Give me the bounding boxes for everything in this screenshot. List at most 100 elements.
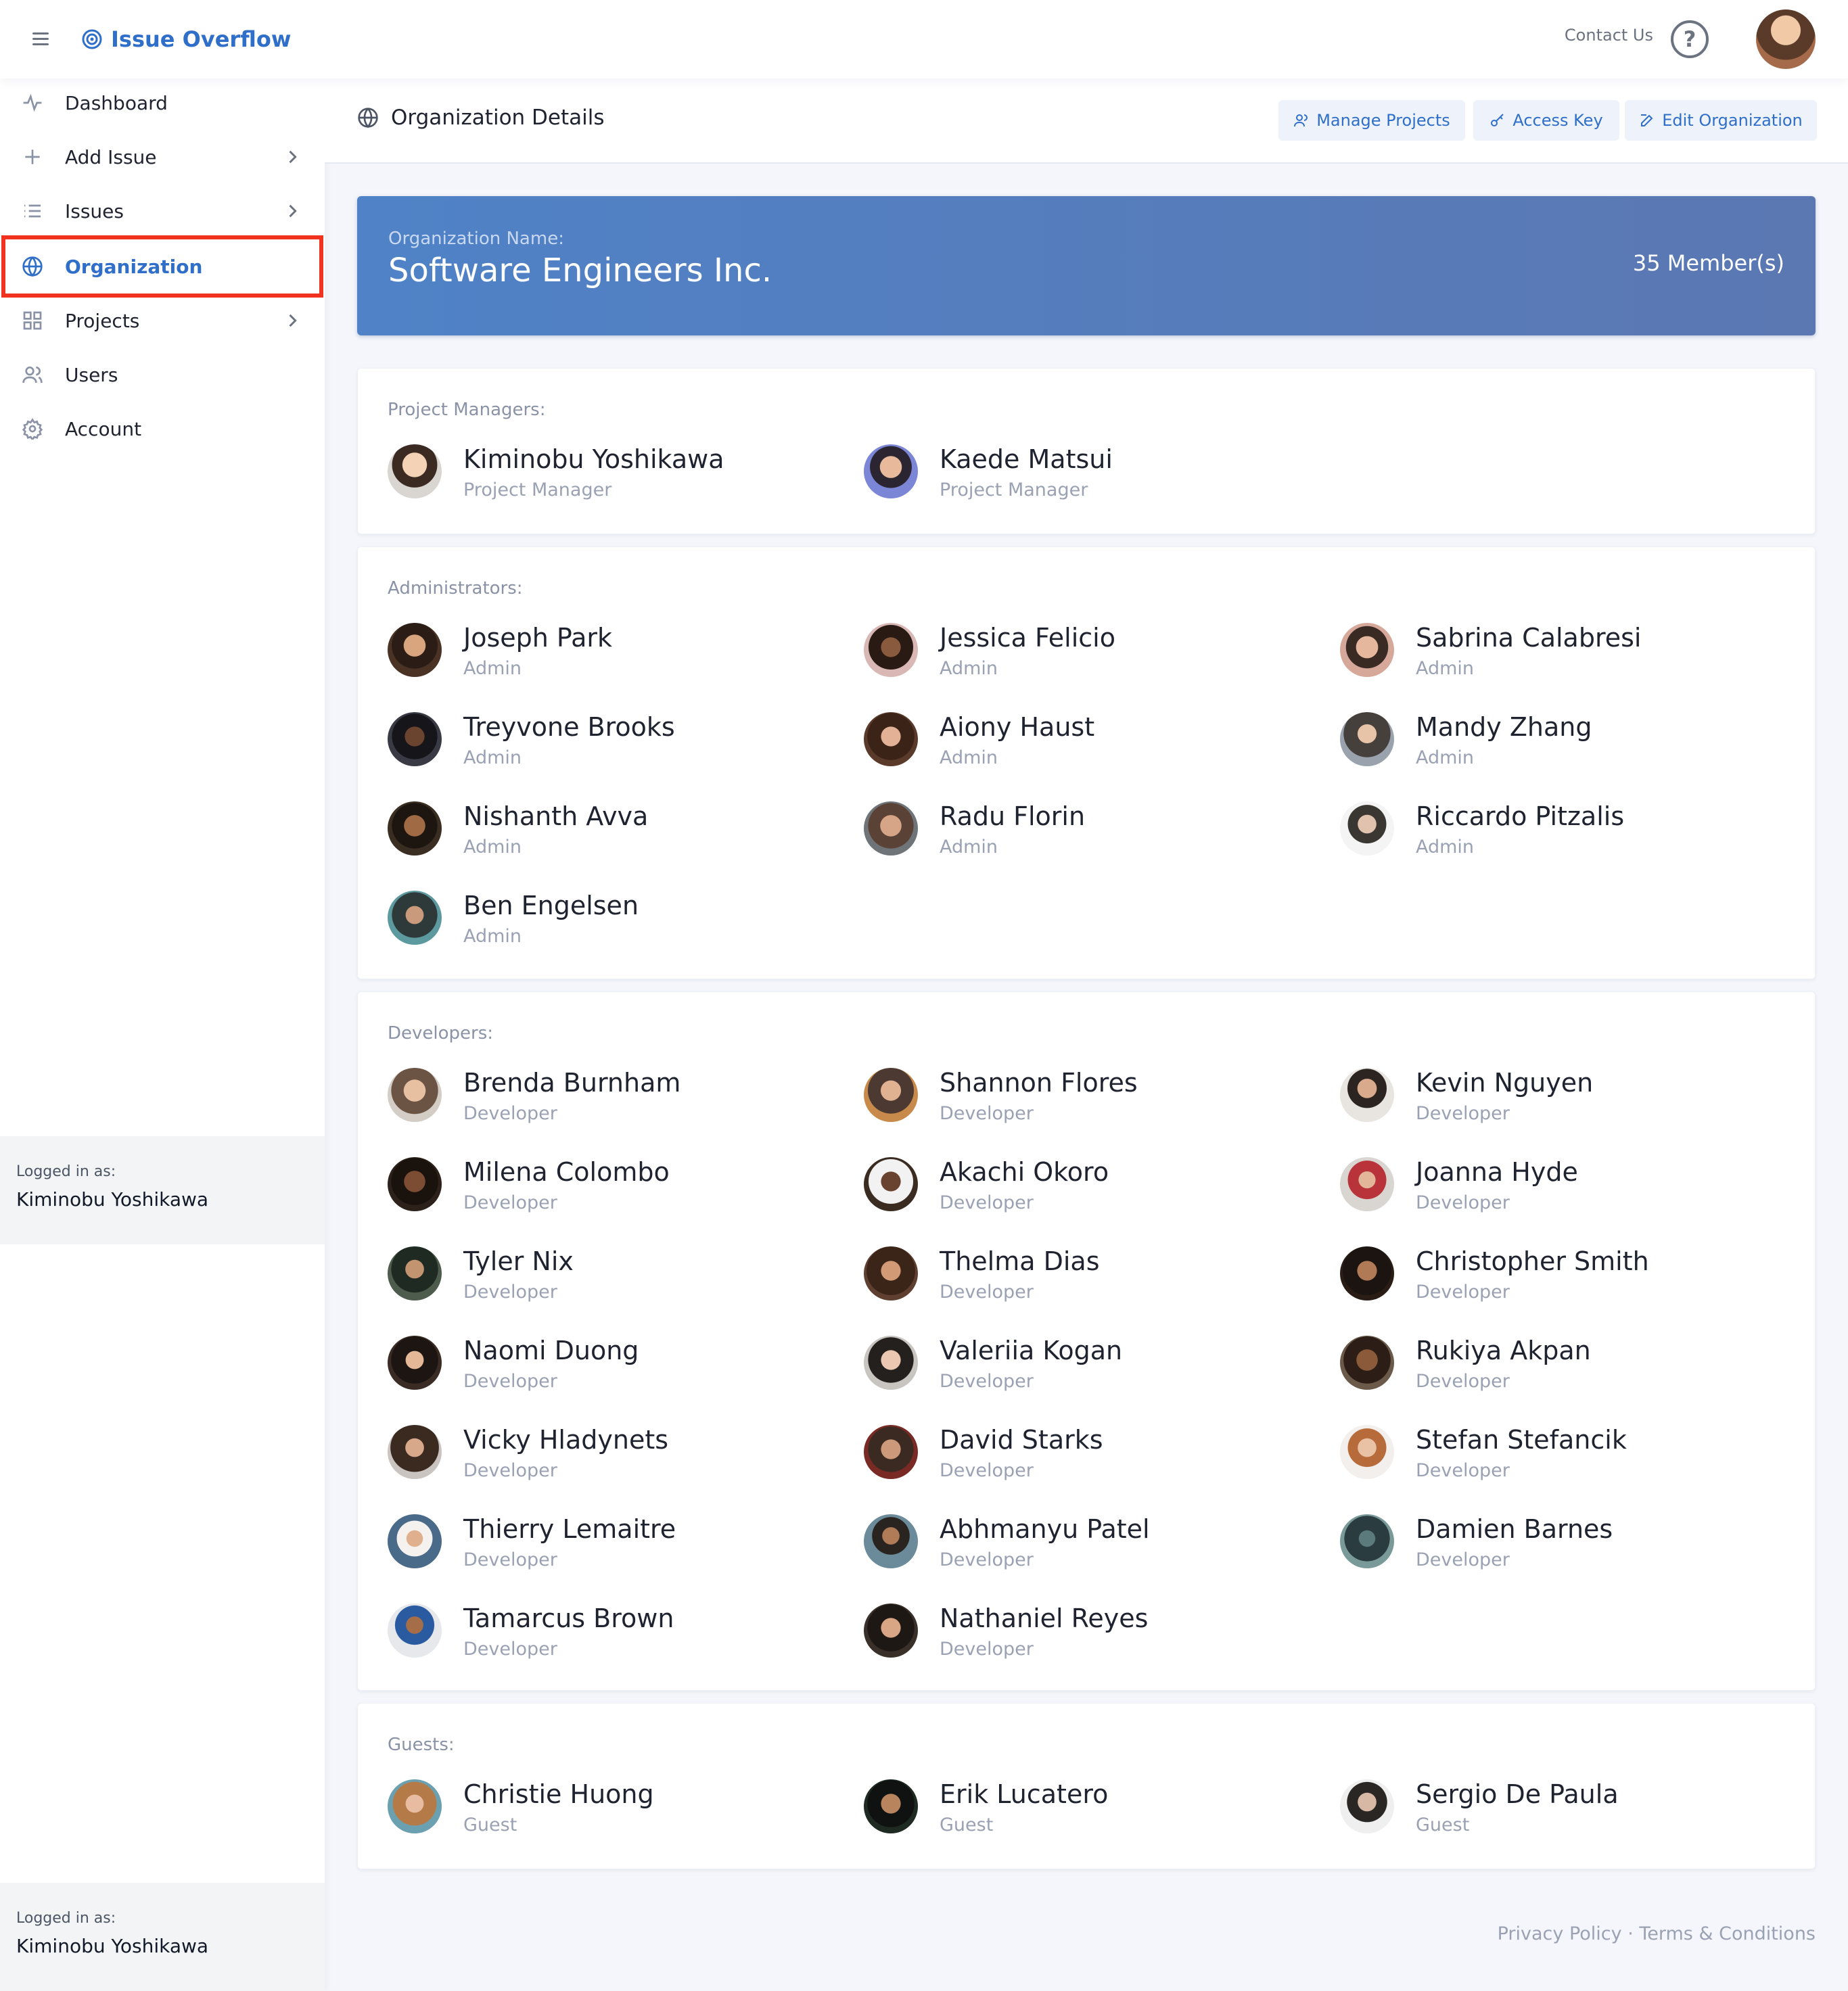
person-card[interactable]: Abhmanyu Patel Developer bbox=[834, 1514, 1294, 1582]
person-name: Brenda Burnham bbox=[463, 1068, 681, 1098]
person-role: Admin bbox=[463, 926, 522, 947]
person-card[interactable]: Jessica Felicio Admin bbox=[834, 623, 1294, 690]
help-icon[interactable]: ? bbox=[1671, 20, 1709, 58]
person-name: Christie Huong bbox=[463, 1779, 654, 1809]
person-card[interactable]: Kaede Matsui Project Manager bbox=[834, 444, 1294, 512]
person-card[interactable]: Shannon Flores Developer bbox=[834, 1068, 1294, 1135]
person-name: Naomi Duong bbox=[463, 1336, 639, 1365]
person-card[interactable]: Thierry Lemaitre Developer bbox=[358, 1514, 818, 1582]
section-title: Guests: bbox=[388, 1735, 455, 1755]
person-name: Aiony Haust bbox=[940, 712, 1095, 742]
person-role: Admin bbox=[1416, 747, 1475, 768]
person-card[interactable]: Radu Florin Admin bbox=[834, 801, 1294, 869]
edit-organization-button[interactable]: Edit Organization bbox=[1625, 100, 1817, 141]
person-card[interactable]: Ben Engelsen Admin bbox=[358, 891, 818, 958]
avatar bbox=[388, 1246, 442, 1301]
person-card[interactable]: Aiony Haust Admin bbox=[834, 712, 1294, 780]
logged-in-label: Logged in as: bbox=[16, 1163, 116, 1180]
person-name: Nathaniel Reyes bbox=[940, 1603, 1149, 1633]
section-title: Developers: bbox=[388, 1023, 494, 1044]
person-card[interactable]: Milena Colombo Developer bbox=[358, 1157, 818, 1225]
person-card[interactable]: Brenda Burnham Developer bbox=[358, 1068, 818, 1135]
avatar bbox=[864, 1425, 918, 1479]
sidebar-item-dashboard[interactable]: Dashboard bbox=[0, 76, 325, 130]
person-card[interactable]: Riccardo Pitzalis Admin bbox=[1310, 801, 1770, 869]
person-role: Admin bbox=[1416, 658, 1475, 679]
user-avatar[interactable] bbox=[1756, 9, 1816, 69]
person-card[interactable]: Mandy Zhang Admin bbox=[1310, 712, 1770, 780]
person-card[interactable]: David Starks Developer bbox=[834, 1425, 1294, 1493]
person-name: David Starks bbox=[940, 1425, 1103, 1455]
avatar bbox=[388, 891, 442, 945]
avatar bbox=[864, 712, 918, 766]
sidebar-item-organization[interactable]: Organization bbox=[0, 239, 325, 294]
person-role: Admin bbox=[940, 658, 998, 679]
person-card[interactable]: Erik Lucatero Guest bbox=[834, 1779, 1294, 1847]
person-card[interactable]: Akachi Okoro Developer bbox=[834, 1157, 1294, 1225]
chevron-right-icon bbox=[283, 311, 302, 330]
person-role: Guest bbox=[463, 1814, 517, 1835]
sidebar-item-projects[interactable]: Projects bbox=[0, 294, 325, 348]
logged-in-panel: Logged in as: Kiminobu Yoshikawa bbox=[0, 1136, 325, 1244]
person-card[interactable]: Damien Barnes Developer bbox=[1310, 1514, 1770, 1582]
avatar bbox=[388, 1779, 442, 1833]
avatar bbox=[388, 801, 442, 856]
person-card[interactable]: Naomi Duong Developer bbox=[358, 1336, 818, 1403]
person-card[interactable]: Joanna Hyde Developer bbox=[1310, 1157, 1770, 1225]
section-title: Administrators: bbox=[388, 578, 523, 599]
person-name: Christopher Smith bbox=[1416, 1246, 1649, 1276]
member-count: 35 Member(s) bbox=[1632, 250, 1784, 276]
person-card[interactable]: Joseph Park Admin bbox=[358, 623, 818, 690]
person-card[interactable]: Vicky Hladynets Developer bbox=[358, 1425, 818, 1493]
person-name: Riccardo Pitzalis bbox=[1416, 801, 1625, 831]
developers-card: Developers: Brenda Burnham Developer Sha… bbox=[357, 991, 1816, 1691]
person-role: Developer bbox=[463, 1282, 557, 1303]
organization-banner: Organization Name: Software Engineers In… bbox=[357, 196, 1816, 335]
person-role: Developer bbox=[463, 1371, 557, 1392]
person-name: Shannon Flores bbox=[940, 1068, 1138, 1098]
person-card[interactable]: Tyler Nix Developer bbox=[358, 1246, 818, 1314]
key-icon bbox=[1491, 114, 1504, 126]
person-card[interactable]: Rukiya Akpan Developer bbox=[1310, 1336, 1770, 1403]
person-card[interactable]: Christie Huong Guest bbox=[358, 1779, 818, 1847]
footer-links[interactable]: Privacy Policy · Terms & Conditions bbox=[1498, 1923, 1816, 1944]
person-name: Ben Engelsen bbox=[463, 891, 639, 920]
person-card[interactable]: Thelma Dias Developer bbox=[834, 1246, 1294, 1314]
person-card[interactable]: Nishanth Avva Admin bbox=[358, 801, 818, 869]
sidebar-item-account[interactable]: Account bbox=[0, 402, 325, 456]
person-card[interactable]: Tamarcus Brown Developer bbox=[358, 1603, 818, 1671]
person-card[interactable]: Kiminobu Yoshikawa Project Manager bbox=[358, 444, 818, 512]
manage-projects-button[interactable]: Manage Projects bbox=[1278, 100, 1465, 141]
person-card[interactable]: Nathaniel Reyes Developer bbox=[834, 1603, 1294, 1671]
brand-logo[interactable]: Issue Overflow bbox=[81, 23, 291, 55]
person-card[interactable]: Sabrina Calabresi Admin bbox=[1310, 623, 1770, 690]
person-card[interactable]: Sergio De Paula Guest bbox=[1310, 1779, 1770, 1847]
sidebar-item-label: Users bbox=[65, 363, 118, 386]
person-card[interactable]: Kevin Nguyen Developer bbox=[1310, 1068, 1770, 1135]
sidebar-item-issues[interactable]: Issues bbox=[0, 184, 325, 238]
sidebar-item-add-issue[interactable]: Add Issue bbox=[0, 130, 325, 184]
logged-in-user: Kiminobu Yoshikawa bbox=[16, 1935, 209, 1957]
hamburger-menu-icon[interactable] bbox=[32, 32, 49, 46]
top-bar: Issue Overflow Contact Us ? bbox=[0, 0, 1848, 78]
person-card[interactable]: Valeriia Kogan Developer bbox=[834, 1336, 1294, 1403]
chevron-right-icon bbox=[283, 147, 302, 166]
plus-icon bbox=[20, 145, 45, 169]
organization-name-label: Organization Name: bbox=[388, 229, 564, 249]
avatar bbox=[1340, 1514, 1394, 1568]
avatar bbox=[388, 1068, 442, 1122]
contact-us-link[interactable]: Contact Us bbox=[1565, 26, 1653, 45]
person-role: Developer bbox=[463, 1639, 557, 1660]
person-name: Nishanth Avva bbox=[463, 801, 649, 831]
access-key-button[interactable]: Access Key bbox=[1473, 100, 1619, 141]
person-card[interactable]: Christopher Smith Developer bbox=[1310, 1246, 1770, 1314]
person-name: Treyvone Brooks bbox=[463, 712, 675, 742]
person-card[interactable]: Stefan Stefancik Developer bbox=[1310, 1425, 1770, 1493]
person-name: Sergio De Paula bbox=[1416, 1779, 1619, 1809]
sidebar-item-users[interactable]: Users bbox=[0, 348, 325, 402]
avatar bbox=[864, 1779, 918, 1833]
person-card[interactable]: Treyvone Brooks Admin bbox=[358, 712, 818, 780]
grid-icon bbox=[20, 308, 45, 333]
person-name: Kiminobu Yoshikawa bbox=[463, 444, 724, 474]
person-role: Developer bbox=[940, 1549, 1034, 1570]
